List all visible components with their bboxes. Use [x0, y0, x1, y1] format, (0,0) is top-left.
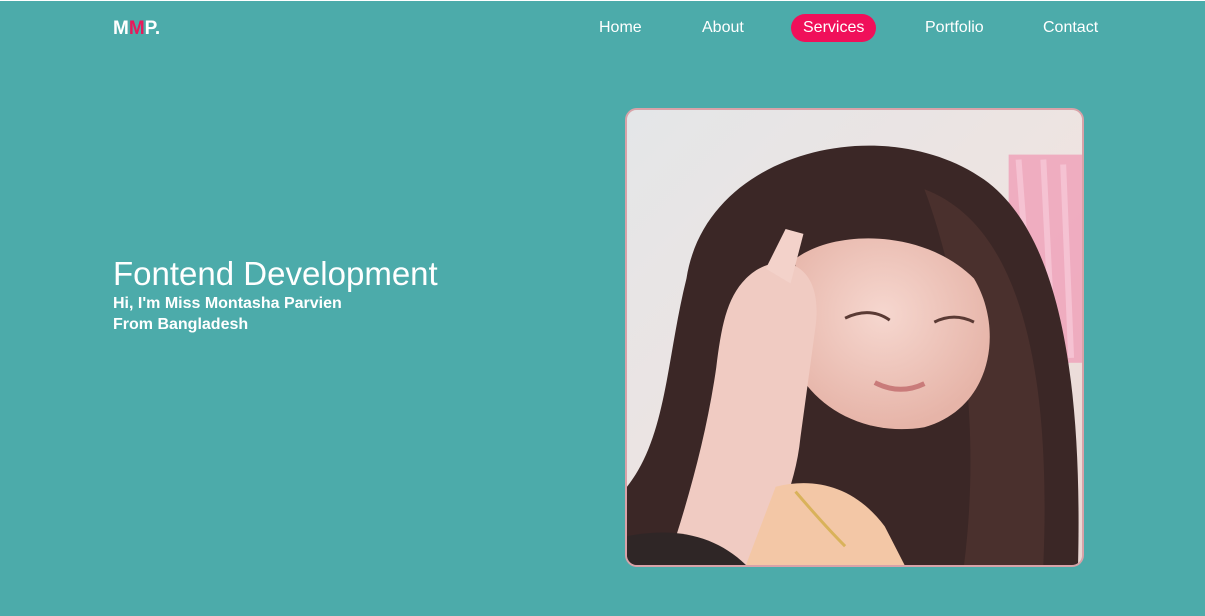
nav-about-link[interactable]: About	[702, 14, 744, 42]
hero-intro: Hi, I'm Miss Montasha Parvien	[113, 295, 342, 312]
nav-home-link[interactable]: Home	[599, 14, 642, 42]
navbar: MMP. Home About Services Portfolio Conta…	[0, 1, 1205, 55]
hero-section: Fontend Development Hi, I'm Miss Montash…	[113, 255, 438, 335]
nav-contact-link[interactable]: Contact	[1043, 14, 1098, 42]
hero-origin: From Bangladesh	[113, 316, 249, 333]
profile-photo-illustration	[627, 110, 1082, 565]
nav-menu: Home About Services Portfolio Contact	[0, 14, 1205, 42]
hero-title: Fontend Development	[113, 255, 438, 292]
nav-portfolio-link[interactable]: Portfolio	[925, 14, 984, 42]
profile-photo	[625, 108, 1084, 567]
nav-services-link[interactable]: Services	[791, 14, 877, 42]
